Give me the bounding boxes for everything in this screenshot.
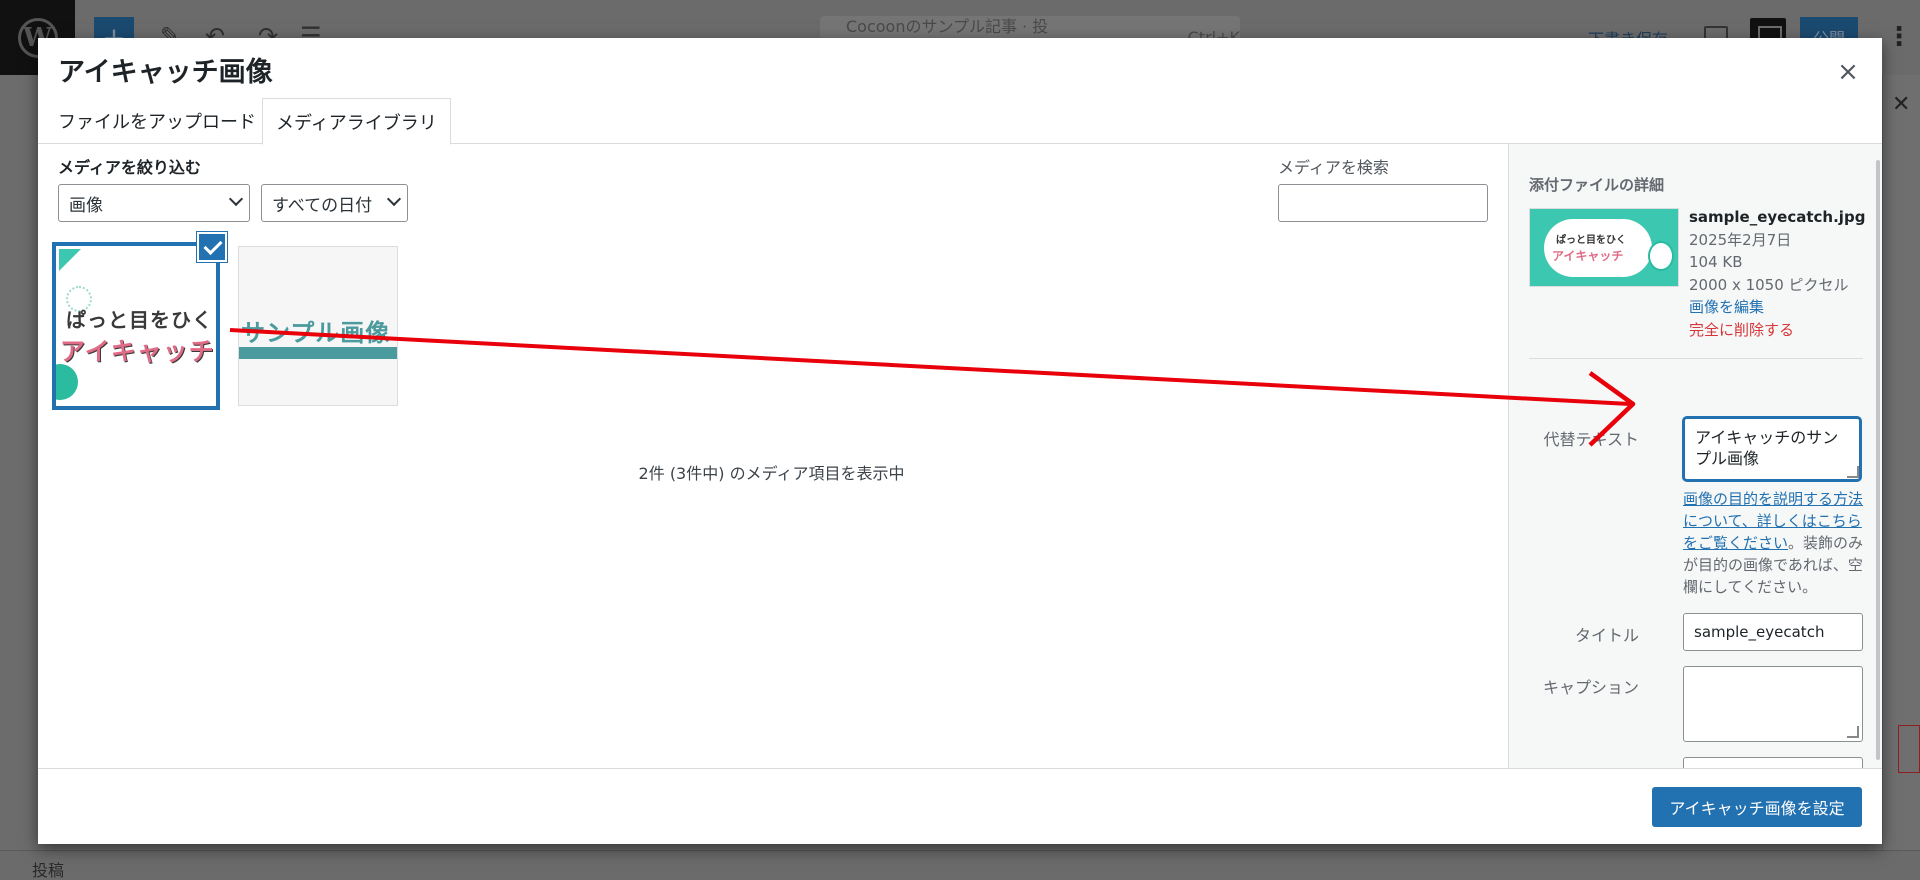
search-input[interactable]: [1278, 184, 1488, 222]
alt-text-field[interactable]: アイキャッチのサンプル画像: [1683, 417, 1861, 481]
chevron-down-icon: [228, 191, 244, 207]
attachment-date: 2025年2月7日: [1689, 230, 1792, 249]
editor-footer: 投稿: [0, 850, 1920, 880]
character-illustration: [1648, 241, 1674, 271]
media-item-eyecatch[interactable]: ぱっと目をひく アイキャッチ: [52, 242, 220, 410]
attachment-thumb-line1: ぱっと目をひく: [1556, 235, 1626, 246]
alt-text-label: 代替テキスト: [1543, 430, 1639, 449]
date-filter-select[interactable]: すべての日付: [261, 184, 408, 222]
modal-tabs: ファイルをアップロード メディアライブラリ: [38, 98, 1882, 145]
thumbnail-bar: [239, 347, 397, 359]
media-type-select[interactable]: 画像: [58, 184, 250, 222]
divider: [1529, 358, 1863, 359]
title-field[interactable]: [1683, 613, 1863, 651]
modal-title: アイキャッチ画像: [58, 57, 273, 88]
date-filter-value: すべての日付: [272, 195, 373, 216]
title-label: タイトル: [1574, 626, 1639, 645]
attachment-thumb-line2: アイキャッチ: [1552, 249, 1624, 263]
filter-label: メディアを絞り込む: [58, 158, 201, 177]
edit-image-link[interactable]: 画像を編集: [1689, 296, 1865, 319]
error-notice: [1898, 725, 1920, 773]
resize-handle-icon[interactable]: [1847, 726, 1859, 738]
attachment-thumbnail: ぱっと目をひく アイキャッチ: [1529, 208, 1679, 287]
attachment-details-panel: 添付ファイルの詳細 ぱっと目をひく アイキャッチ sample_eyecatch…: [1508, 144, 1882, 804]
attachment-size: 104 KB: [1689, 253, 1743, 271]
caption-label: キャプション: [1542, 678, 1639, 697]
tab-upload-files[interactable]: ファイルをアップロード: [45, 98, 269, 144]
selected-checkmark-icon[interactable]: [197, 232, 227, 262]
media-item-sample[interactable]: サンプル画像: [238, 246, 398, 406]
sidebar-scrollbar[interactable]: [1876, 160, 1880, 760]
attachment-details-heading: 添付ファイルの詳細: [1529, 176, 1665, 194]
alt-text-help: 画像の目的を説明する方法について、詳しくはこちらをご覧ください。装飾のみが目的の…: [1683, 488, 1865, 598]
thumbnail-text-line2: アイキャッチ: [60, 337, 215, 366]
featured-image-modal: アイキャッチ画像 × ファイルをアップロード メディアライブラリ メディアを絞り…: [38, 38, 1882, 844]
options-menu-icon[interactable]: ⋮: [1886, 22, 1912, 52]
tab-media-library[interactable]: メディアライブラリ: [262, 98, 451, 145]
delete-permanently-link[interactable]: 完全に削除する: [1689, 319, 1865, 342]
close-icon[interactable]: ×: [1828, 52, 1868, 92]
attachment-dimensions: 2000 x 1050 ピクセル: [1689, 275, 1849, 294]
sidebar-close-icon[interactable]: ✕: [1892, 92, 1910, 117]
attachment-filename: sample_eyecatch.jpg: [1689, 208, 1866, 226]
media-count-text: 2件 (3件中) のメディア項目を表示中: [638, 464, 905, 483]
teal-circle-shape: [56, 364, 78, 400]
teal-corner-shape: [59, 249, 81, 271]
modal-toolbar: アイキャッチ画像を設定: [38, 768, 1882, 844]
set-featured-image-button[interactable]: アイキャッチ画像を設定: [1652, 787, 1862, 827]
caption-field[interactable]: [1683, 666, 1863, 742]
resize-handle-icon[interactable]: [1847, 466, 1859, 478]
chevron-down-icon: [386, 191, 402, 207]
search-label: メディアを検索: [1278, 158, 1389, 177]
thumbnail-text: サンプル画像: [241, 319, 391, 347]
attachment-meta: sample_eyecatch.jpg 2025年2月7日 104 KB 200…: [1689, 206, 1865, 341]
thumbnail-text-line1: ぱっと目をひく: [66, 308, 213, 332]
footer-breadcrumb[interactable]: 投稿: [32, 857, 64, 880]
media-type-value: 画像: [69, 195, 103, 216]
